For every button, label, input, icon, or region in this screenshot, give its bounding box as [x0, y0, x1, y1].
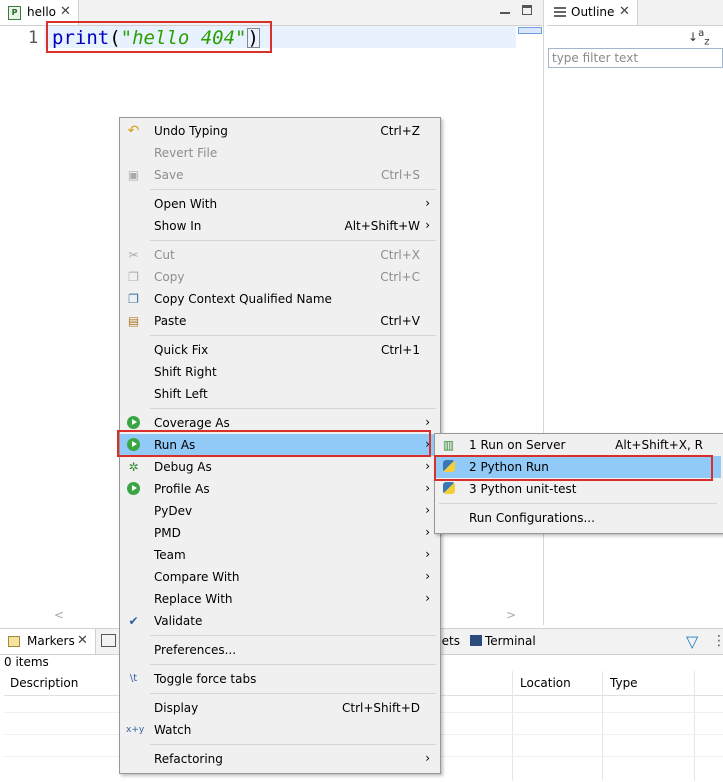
chevron-right-icon: › — [425, 503, 430, 517]
outline-tab[interactable]: Outline ✕ — [547, 0, 638, 25]
menu-item-compare-with[interactable]: Compare With › — [120, 566, 438, 588]
chevron-right-icon: › — [425, 218, 430, 232]
menu-item-shift-right[interactable]: Shift Right — [120, 361, 438, 383]
python-unittest-icon — [441, 482, 456, 496]
menu-item-undo-typing[interactable]: ↶ Undo Typing Ctrl+Z — [120, 120, 438, 142]
chevron-right-icon: › — [425, 459, 430, 473]
filter-icon[interactable]: ▽ — [686, 632, 698, 651]
terminal-tab[interactable]: Terminal — [470, 634, 536, 648]
menu-item-profile-as[interactable]: Profile As › — [120, 478, 438, 500]
check-icon: ✔ — [128, 614, 139, 628]
chevron-right-icon: › — [425, 525, 430, 539]
menu-separator — [150, 635, 436, 636]
menu-item-debug-as[interactable]: ✲ Debug As › — [120, 456, 438, 478]
menu-item-display[interactable]: Display Ctrl+Shift+D — [120, 697, 438, 719]
menu-item-paste[interactable]: ▤ Paste Ctrl+V — [120, 310, 438, 332]
undo-icon: ↶ — [127, 123, 140, 139]
profile-icon — [126, 482, 141, 496]
close-icon[interactable]: ✕ — [619, 4, 630, 19]
column-description[interactable]: Description — [10, 676, 78, 690]
outline-filter-field[interactable] — [548, 48, 723, 68]
line-number: 1 — [28, 28, 39, 48]
terminal-tab-label: Terminal — [485, 634, 536, 648]
view-menu-icon[interactable]: ⋮ — [712, 633, 723, 649]
scroll-right-icon[interactable]: > — [506, 608, 516, 622]
maximize-icon[interactable] — [522, 5, 532, 15]
minimize-icon[interactable] — [500, 5, 510, 15]
menu-item-copy-context-qualified-name[interactable]: ❐ Copy Context Qualified Name — [120, 288, 438, 310]
chevron-right-icon: › — [425, 569, 430, 583]
menu-separator — [150, 189, 436, 190]
menu-item-toggle-force-tabs[interactable]: \t Toggle force tabs — [120, 668, 438, 690]
submenu-item-python-unit-test[interactable]: 3 Python unit-test — [435, 478, 721, 500]
menu-item-show-in[interactable]: Show In Alt+Shift+W › — [120, 215, 438, 237]
markers-tab-label: Markers — [27, 634, 75, 648]
menu-item-refactoring[interactable]: Refactoring › — [120, 748, 438, 770]
column-separator — [512, 671, 513, 781]
outline-filter-input[interactable] — [549, 49, 722, 66]
menu-item-copy[interactable]: ❐ Copy Ctrl+C — [120, 266, 438, 288]
outline-tab-label: Outline — [571, 5, 615, 19]
server-icon: ▥ — [442, 438, 455, 452]
menu-item-revert-file[interactable]: Revert File — [120, 142, 438, 164]
watch-icon: x+y — [126, 725, 145, 735]
menu-item-pmd[interactable]: PMD › — [120, 522, 438, 544]
save-icon: ▣ — [127, 168, 140, 182]
paste-icon: ▤ — [127, 314, 140, 328]
menu-separator — [150, 408, 436, 409]
python-file-icon: P — [8, 6, 21, 20]
menu-item-preferences[interactable]: Preferences... — [120, 639, 438, 661]
menu-item-shift-left[interactable]: Shift Left — [120, 383, 438, 405]
menu-item-cut[interactable]: ✂ Cut Ctrl+X — [120, 244, 438, 266]
menu-item-pydev[interactable]: PyDev › — [120, 500, 438, 522]
menu-item-quick-fix[interactable]: Quick Fix Ctrl+1 — [120, 339, 438, 361]
copy-icon: ❐ — [128, 270, 139, 284]
submenu-item-run-configurations[interactable]: Run Configurations... — [435, 507, 721, 529]
menu-item-watch[interactable]: x+y Watch — [120, 719, 438, 741]
sort-alphabetically-icon[interactable]: ↓az — [688, 28, 709, 47]
run-as-highlight-box — [117, 430, 431, 457]
scroll-left-icon[interactable]: < — [54, 608, 64, 622]
close-icon[interactable]: ✕ — [60, 4, 71, 19]
menu-item-validate[interactable]: ✔ Validate — [120, 610, 438, 632]
outline-icon — [554, 7, 566, 17]
menu-separator — [150, 744, 436, 745]
python-run-highlight-box — [434, 455, 713, 481]
chevron-right-icon: › — [425, 547, 430, 561]
menu-separator — [150, 664, 436, 665]
menu-separator — [150, 693, 436, 694]
overview-ruler-mark[interactable] — [518, 27, 542, 34]
menu-item-replace-with[interactable]: Replace With › — [120, 588, 438, 610]
tabs-toggle-icon: \t — [129, 673, 138, 684]
debug-icon: ✲ — [128, 460, 139, 474]
column-separator — [602, 671, 603, 781]
menu-item-open-with[interactable]: Open With › — [120, 193, 438, 215]
menu-item-save[interactable]: ▣ Save Ctrl+S — [120, 164, 438, 186]
run-as-submenu: ▥ 1 Run on Server Alt+Shift+X, R 2 Pytho… — [434, 433, 723, 534]
chevron-right-icon: › — [425, 751, 430, 765]
chevron-right-icon: › — [425, 196, 430, 210]
code-highlight-box — [46, 21, 272, 53]
menu-separator — [150, 335, 436, 336]
submenu-item-run-on-server[interactable]: ▥ 1 Run on Server Alt+Shift+X, R — [435, 434, 721, 456]
menu-separator — [150, 240, 436, 241]
column-type[interactable]: Type — [610, 676, 638, 690]
column-separator — [694, 671, 695, 781]
chevron-right-icon: › — [425, 481, 430, 495]
chevron-right-icon: › — [425, 591, 430, 605]
terminal-icon — [470, 635, 482, 646]
cut-icon: ✂ — [128, 248, 139, 262]
markers-tab[interactable]: Markers ✕ — [0, 629, 96, 654]
column-location[interactable]: Location — [520, 676, 571, 690]
markers-icon — [8, 636, 20, 647]
editor-tab-label: hello — [27, 5, 56, 19]
chevron-right-icon: › — [425, 415, 430, 429]
item-count: 0 items — [4, 655, 49, 669]
menu-separator — [439, 503, 717, 504]
close-icon[interactable]: ✕ — [77, 633, 88, 648]
menu-item-team[interactable]: Team › — [120, 544, 438, 566]
coverage-icon — [126, 416, 141, 430]
properties-icon[interactable] — [101, 634, 116, 647]
copy-qualified-icon: ❐ — [128, 292, 139, 306]
